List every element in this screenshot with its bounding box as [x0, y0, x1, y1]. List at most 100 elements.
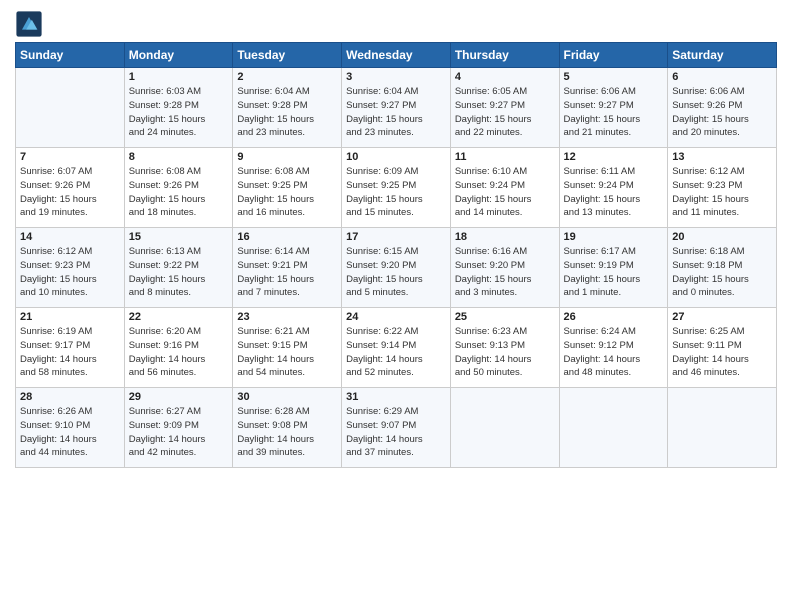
calendar-cell: 20 Sunrise: 6:18 AM Sunset: 9:18 PM Dayli… — [668, 228, 777, 308]
calendar-cell: 17 Sunrise: 6:15 AM Sunset: 9:20 PM Dayli… — [342, 228, 451, 308]
calendar-header-sunday: Sunday — [16, 43, 125, 68]
day-number: 19 — [564, 231, 664, 243]
day-number: 12 — [564, 151, 664, 163]
day-number: 9 — [237, 151, 337, 163]
day-info: Sunrise: 6:29 AM Sunset: 9:07 PM Dayligh… — [346, 405, 446, 460]
day-info: Sunrise: 6:21 AM Sunset: 9:15 PM Dayligh… — [237, 325, 337, 380]
day-info: Sunrise: 6:15 AM Sunset: 9:20 PM Dayligh… — [346, 245, 446, 300]
day-number: 24 — [346, 311, 446, 323]
day-info: Sunrise: 6:27 AM Sunset: 9:09 PM Dayligh… — [129, 405, 229, 460]
calendar-cell: 26 Sunrise: 6:24 AM Sunset: 9:12 PM Dayli… — [559, 308, 668, 388]
calendar-week-row: 7 Sunrise: 6:07 AM Sunset: 9:26 PM Daylig… — [16, 148, 777, 228]
calendar-cell: 1 Sunrise: 6:03 AM Sunset: 9:28 PM Daylig… — [124, 68, 233, 148]
calendar-cell: 25 Sunrise: 6:23 AM Sunset: 9:13 PM Dayli… — [450, 308, 559, 388]
calendar-cell: 31Sunrise: 6:29 AM Sunset: 9:07 PM Dayli… — [342, 388, 451, 468]
calendar-week-row: 1 Sunrise: 6:03 AM Sunset: 9:28 PM Daylig… — [16, 68, 777, 148]
calendar-table: SundayMondayTuesdayWednesdayThursdayFrid… — [15, 42, 777, 468]
calendar-cell: 21Sunrise: 6:19 AM Sunset: 9:17 PM Dayli… — [16, 308, 125, 388]
day-number: 28 — [20, 391, 120, 403]
calendar-cell: 6Sunrise: 6:06 AM Sunset: 9:26 PM Daylig… — [668, 68, 777, 148]
day-info: Sunrise: 6:04 AM Sunset: 9:27 PM Dayligh… — [346, 85, 446, 140]
logo-icon — [15, 10, 43, 38]
calendar-cell — [668, 388, 777, 468]
calendar-cell — [559, 388, 668, 468]
calendar-cell: 29 Sunrise: 6:27 AM Sunset: 9:09 PM Dayli… — [124, 388, 233, 468]
day-info: Sunrise: 6:23 AM Sunset: 9:13 PM Dayligh… — [455, 325, 555, 380]
calendar-cell: 24 Sunrise: 6:22 AM Sunset: 9:14 PM Dayli… — [342, 308, 451, 388]
day-number: 29 — [129, 391, 229, 403]
calendar-cell: 30 Sunrise: 6:28 AM Sunset: 9:08 PM Dayli… — [233, 388, 342, 468]
calendar-cell: 2 Sunrise: 6:04 AM Sunset: 9:28 PM Daylig… — [233, 68, 342, 148]
header — [15, 10, 777, 38]
calendar-cell: 3 Sunrise: 6:04 AM Sunset: 9:27 PM Daylig… — [342, 68, 451, 148]
day-info: Sunrise: 6:09 AM Sunset: 9:25 PM Dayligh… — [346, 165, 446, 220]
day-number: 3 — [346, 71, 446, 83]
calendar-cell: 23 Sunrise: 6:21 AM Sunset: 9:15 PM Dayli… — [233, 308, 342, 388]
day-info: Sunrise: 6:12 AM Sunset: 9:23 PM Dayligh… — [20, 245, 120, 300]
day-info: Sunrise: 6:04 AM Sunset: 9:28 PM Dayligh… — [237, 85, 337, 140]
calendar-cell: 11 Sunrise: 6:10 AM Sunset: 9:24 PM Dayli… — [450, 148, 559, 228]
day-number: 16 — [237, 231, 337, 243]
calendar-cell: 12 Sunrise: 6:11 AM Sunset: 9:24 PM Dayli… — [559, 148, 668, 228]
calendar-cell: 19Sunrise: 6:17 AM Sunset: 9:19 PM Dayli… — [559, 228, 668, 308]
day-number: 10 — [346, 151, 446, 163]
day-info: Sunrise: 6:05 AM Sunset: 9:27 PM Dayligh… — [455, 85, 555, 140]
day-number: 7 — [20, 151, 120, 163]
calendar-cell: 27 Sunrise: 6:25 AM Sunset: 9:11 PM Dayli… — [668, 308, 777, 388]
day-number: 20 — [672, 231, 772, 243]
day-info: Sunrise: 6:28 AM Sunset: 9:08 PM Dayligh… — [237, 405, 337, 460]
day-number: 23 — [237, 311, 337, 323]
calendar-week-row: 14 Sunrise: 6:12 AM Sunset: 9:23 PM Dayli… — [16, 228, 777, 308]
calendar-cell: 4Sunrise: 6:05 AM Sunset: 9:27 PM Daylig… — [450, 68, 559, 148]
calendar-cell: 5Sunrise: 6:06 AM Sunset: 9:27 PM Daylig… — [559, 68, 668, 148]
calendar-header-thursday: Thursday — [450, 43, 559, 68]
calendar-header-wednesday: Wednesday — [342, 43, 451, 68]
day-number: 17 — [346, 231, 446, 243]
calendar-header-row: SundayMondayTuesdayWednesdayThursdayFrid… — [16, 43, 777, 68]
day-number: 6 — [672, 71, 772, 83]
calendar-cell — [450, 388, 559, 468]
calendar-cell: 15Sunrise: 6:13 AM Sunset: 9:22 PM Dayli… — [124, 228, 233, 308]
calendar-cell: 9 Sunrise: 6:08 AM Sunset: 9:25 PM Daylig… — [233, 148, 342, 228]
calendar-cell: 10 Sunrise: 6:09 AM Sunset: 9:25 PM Dayli… — [342, 148, 451, 228]
day-number: 11 — [455, 151, 555, 163]
calendar-header-friday: Friday — [559, 43, 668, 68]
calendar-header-saturday: Saturday — [668, 43, 777, 68]
calendar-cell: 8Sunrise: 6:08 AM Sunset: 9:26 PM Daylig… — [124, 148, 233, 228]
logo — [15, 10, 47, 38]
day-number: 14 — [20, 231, 120, 243]
day-number: 26 — [564, 311, 664, 323]
day-info: Sunrise: 6:18 AM Sunset: 9:18 PM Dayligh… — [672, 245, 772, 300]
day-number: 27 — [672, 311, 772, 323]
day-number: 1 — [129, 71, 229, 83]
calendar-cell: 13Sunrise: 6:12 AM Sunset: 9:23 PM Dayli… — [668, 148, 777, 228]
day-info: Sunrise: 6:25 AM Sunset: 9:11 PM Dayligh… — [672, 325, 772, 380]
calendar-body: 1 Sunrise: 6:03 AM Sunset: 9:28 PM Daylig… — [16, 68, 777, 468]
calendar-cell: 7 Sunrise: 6:07 AM Sunset: 9:26 PM Daylig… — [16, 148, 125, 228]
day-info: Sunrise: 6:08 AM Sunset: 9:25 PM Dayligh… — [237, 165, 337, 220]
day-info: Sunrise: 6:16 AM Sunset: 9:20 PM Dayligh… — [455, 245, 555, 300]
calendar-cell: 14 Sunrise: 6:12 AM Sunset: 9:23 PM Dayli… — [16, 228, 125, 308]
day-number: 2 — [237, 71, 337, 83]
calendar-week-row: 28Sunrise: 6:26 AM Sunset: 9:10 PM Dayli… — [16, 388, 777, 468]
day-number: 25 — [455, 311, 555, 323]
day-number: 30 — [237, 391, 337, 403]
day-info: Sunrise: 6:11 AM Sunset: 9:24 PM Dayligh… — [564, 165, 664, 220]
calendar-cell: 18Sunrise: 6:16 AM Sunset: 9:20 PM Dayli… — [450, 228, 559, 308]
day-number: 5 — [564, 71, 664, 83]
day-info: Sunrise: 6:22 AM Sunset: 9:14 PM Dayligh… — [346, 325, 446, 380]
day-info: Sunrise: 6:07 AM Sunset: 9:26 PM Dayligh… — [20, 165, 120, 220]
calendar-cell: 22 Sunrise: 6:20 AM Sunset: 9:16 PM Dayli… — [124, 308, 233, 388]
calendar-header-monday: Monday — [124, 43, 233, 68]
day-info: Sunrise: 6:08 AM Sunset: 9:26 PM Dayligh… — [129, 165, 229, 220]
day-info: Sunrise: 6:13 AM Sunset: 9:22 PM Dayligh… — [129, 245, 229, 300]
day-info: Sunrise: 6:14 AM Sunset: 9:21 PM Dayligh… — [237, 245, 337, 300]
day-info: Sunrise: 6:24 AM Sunset: 9:12 PM Dayligh… — [564, 325, 664, 380]
day-info: Sunrise: 6:20 AM Sunset: 9:16 PM Dayligh… — [129, 325, 229, 380]
day-info: Sunrise: 6:10 AM Sunset: 9:24 PM Dayligh… — [455, 165, 555, 220]
calendar-week-row: 21Sunrise: 6:19 AM Sunset: 9:17 PM Dayli… — [16, 308, 777, 388]
day-info: Sunrise: 6:03 AM Sunset: 9:28 PM Dayligh… — [129, 85, 229, 140]
day-number: 13 — [672, 151, 772, 163]
page-container: SundayMondayTuesdayWednesdayThursdayFrid… — [0, 0, 792, 473]
day-number: 22 — [129, 311, 229, 323]
